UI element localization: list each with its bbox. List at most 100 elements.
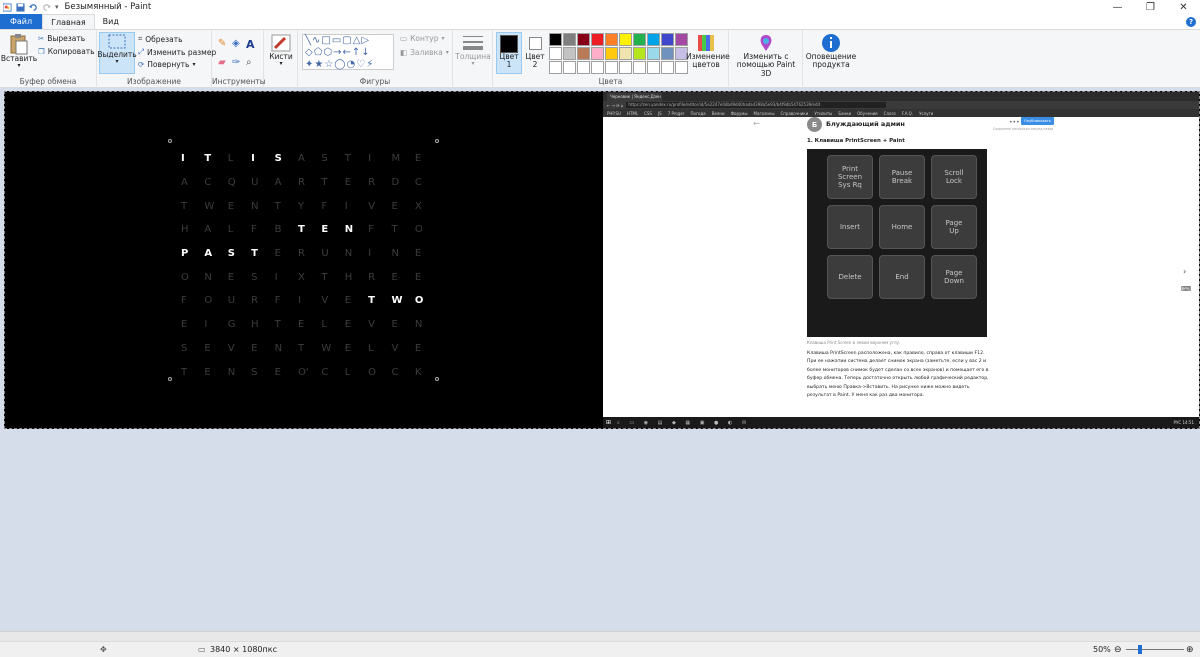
- color1-button[interactable]: Цвет 1: [496, 32, 522, 74]
- bookmark-item: CSS: [644, 110, 652, 116]
- palette-color-swatch[interactable]: [633, 61, 646, 74]
- fill-bucket-icon[interactable]: ◈: [232, 38, 246, 51]
- palette-color-swatch[interactable]: [563, 33, 576, 46]
- palette-color-swatch[interactable]: [661, 33, 674, 46]
- pencil-icon[interactable]: ✎: [218, 38, 232, 51]
- color2-swatch: [528, 37, 542, 50]
- keyboard-key: Pause Break: [879, 155, 925, 199]
- window-title: Безымянный - Paint: [64, 2, 152, 12]
- clock-letter: M: [391, 153, 401, 165]
- drawing-canvas[interactable]: ITLISASTIMEACQUARTERDCTWENTYFIVEXHALFBTE…: [4, 91, 1200, 429]
- crop-label: Обрезать: [145, 34, 183, 44]
- text-tool-icon[interactable]: A: [246, 38, 260, 51]
- clock-letter: E: [204, 342, 211, 354]
- eraser-icon[interactable]: ▰: [218, 57, 232, 68]
- colors-group-label: Цвета: [598, 77, 623, 86]
- clock-row: FOURFIVETWO: [181, 289, 438, 313]
- palette-color-swatch[interactable]: [605, 33, 618, 46]
- magnifier-icon[interactable]: ⌕: [246, 57, 260, 68]
- clock-letter: E: [227, 200, 235, 212]
- palette-color-swatch[interactable]: [563, 47, 576, 60]
- select-button[interactable]: Выделить ▾: [97, 32, 137, 74]
- channel-avatar: Б: [807, 117, 822, 132]
- paste-button[interactable]: Вставить ▾: [1, 33, 37, 70]
- palette-color-swatch[interactable]: [619, 33, 632, 46]
- palette-color-swatch[interactable]: [577, 33, 590, 46]
- image-size-icon: ▭: [198, 645, 206, 654]
- fill-button[interactable]: ◧ Заливка ▾: [400, 48, 449, 57]
- size-button[interactable]: Толщина ▾: [455, 33, 491, 68]
- palette-color-swatch[interactable]: [591, 47, 604, 60]
- cut-button[interactable]: ✂ Вырезать: [38, 34, 85, 43]
- palette-color-swatch[interactable]: [563, 61, 576, 74]
- color-picker-icon[interactable]: ✑: [232, 57, 246, 68]
- clock-letter: O: [414, 224, 423, 236]
- close-button[interactable]: ✕: [1167, 0, 1200, 14]
- palette-color-swatch[interactable]: [661, 47, 674, 60]
- rotate-label: Повернуть: [147, 60, 190, 69]
- product-alert-button[interactable]: Оповещение продукта: [805, 33, 857, 70]
- palette-color-swatch[interactable]: [647, 33, 660, 46]
- keyboard-key: Delete: [827, 255, 873, 299]
- tab-home[interactable]: Главная: [42, 14, 95, 29]
- palette-color-swatch[interactable]: [605, 61, 618, 74]
- undo-icon[interactable]: [29, 3, 38, 12]
- zoom-out-button[interactable]: ⊖: [1114, 645, 1122, 655]
- maximize-button[interactable]: ❐: [1134, 0, 1167, 14]
- clock-letter: N: [414, 319, 423, 331]
- minimize-button[interactable]: —: [1101, 0, 1134, 14]
- palette-color-swatch[interactable]: [619, 61, 632, 74]
- redo-icon[interactable]: [42, 3, 51, 12]
- tab-view[interactable]: Вид: [95, 14, 127, 29]
- rotate-button[interactable]: ⟳ Повернуть ▾: [138, 60, 195, 69]
- clock-letter: G: [227, 319, 236, 331]
- crop-button[interactable]: ⌗ Обрезать: [138, 34, 183, 44]
- zoom-slider[interactable]: [1126, 649, 1184, 650]
- tab-file[interactable]: Файл: [0, 14, 43, 29]
- clock-letter: S: [251, 271, 258, 283]
- clock-letter: F: [251, 224, 257, 236]
- palette-color-swatch[interactable]: [549, 47, 562, 60]
- customize-toolbar-icon[interactable]: ▾: [55, 3, 59, 11]
- clock-letter: P: [181, 248, 189, 260]
- palette-color-swatch[interactable]: [549, 61, 562, 74]
- palette-color-swatch[interactable]: [619, 47, 632, 60]
- palette-color-swatch[interactable]: [647, 47, 660, 60]
- paint3d-button[interactable]: Изменить с помощью Paint 3D: [731, 33, 801, 78]
- edit-colors-button[interactable]: Изменение цветов: [686, 33, 730, 70]
- clock-letter: E: [344, 319, 352, 331]
- help-icon[interactable]: ?: [1186, 16, 1196, 27]
- photo-caption: Клавиша Print Screen в левом верхнем угл…: [807, 340, 901, 345]
- article-heading: 1. Клавиша PrintScreen + Paint: [807, 138, 905, 144]
- brushes-button[interactable]: Кисти ▾: [267, 33, 295, 68]
- resize-button[interactable]: ⤢ Изменить размер: [138, 47, 216, 57]
- palette-color-swatch[interactable]: [633, 47, 646, 60]
- clock-letter: I: [204, 319, 208, 331]
- palette-color-swatch[interactable]: [577, 61, 590, 74]
- palette-color-swatch[interactable]: [633, 33, 646, 46]
- palette-color-swatch[interactable]: [591, 33, 604, 46]
- bookmark-item: JS: [657, 110, 662, 116]
- windows-taskbar: ⊞ ⌕ ▭ ◉ ▤ ◆ ▦ ▣ ● ◐ ✉ РУС 14:51: [603, 417, 1199, 428]
- clock-letter: F: [368, 224, 374, 236]
- clock-letter: C: [414, 177, 422, 189]
- clock-letter: E: [391, 319, 398, 331]
- color2-button[interactable]: Цвет 2: [524, 34, 546, 70]
- clock-letter: T: [297, 342, 305, 354]
- palette-color-swatch[interactable]: [605, 47, 618, 60]
- outline-button[interactable]: ▭ Контур ▾: [400, 34, 445, 43]
- palette-color-swatch[interactable]: [647, 61, 660, 74]
- palette-color-swatch[interactable]: [549, 33, 562, 46]
- shapes-group-label: Фигуры: [359, 77, 391, 86]
- palette-color-swatch[interactable]: [591, 61, 604, 74]
- horizontal-scrollbar[interactable]: [0, 631, 1200, 641]
- save-icon[interactable]: [16, 2, 25, 12]
- palette-color-swatch[interactable]: [577, 47, 590, 60]
- zoom-in-button[interactable]: ⊕: [1186, 645, 1194, 655]
- clock-letter: R: [368, 177, 376, 189]
- clock-row: SEVENTWELVE: [181, 337, 438, 361]
- copy-button[interactable]: ❐ Копировать: [38, 47, 95, 56]
- zoom-slider-thumb[interactable]: [1138, 645, 1142, 654]
- shapes-gallery[interactable]: ╲∿□▭▢△▷ ◇⬠⬡→←↑↓ ✦★☆◯◔♡⚡: [302, 34, 394, 70]
- palette-color-swatch[interactable]: [661, 61, 674, 74]
